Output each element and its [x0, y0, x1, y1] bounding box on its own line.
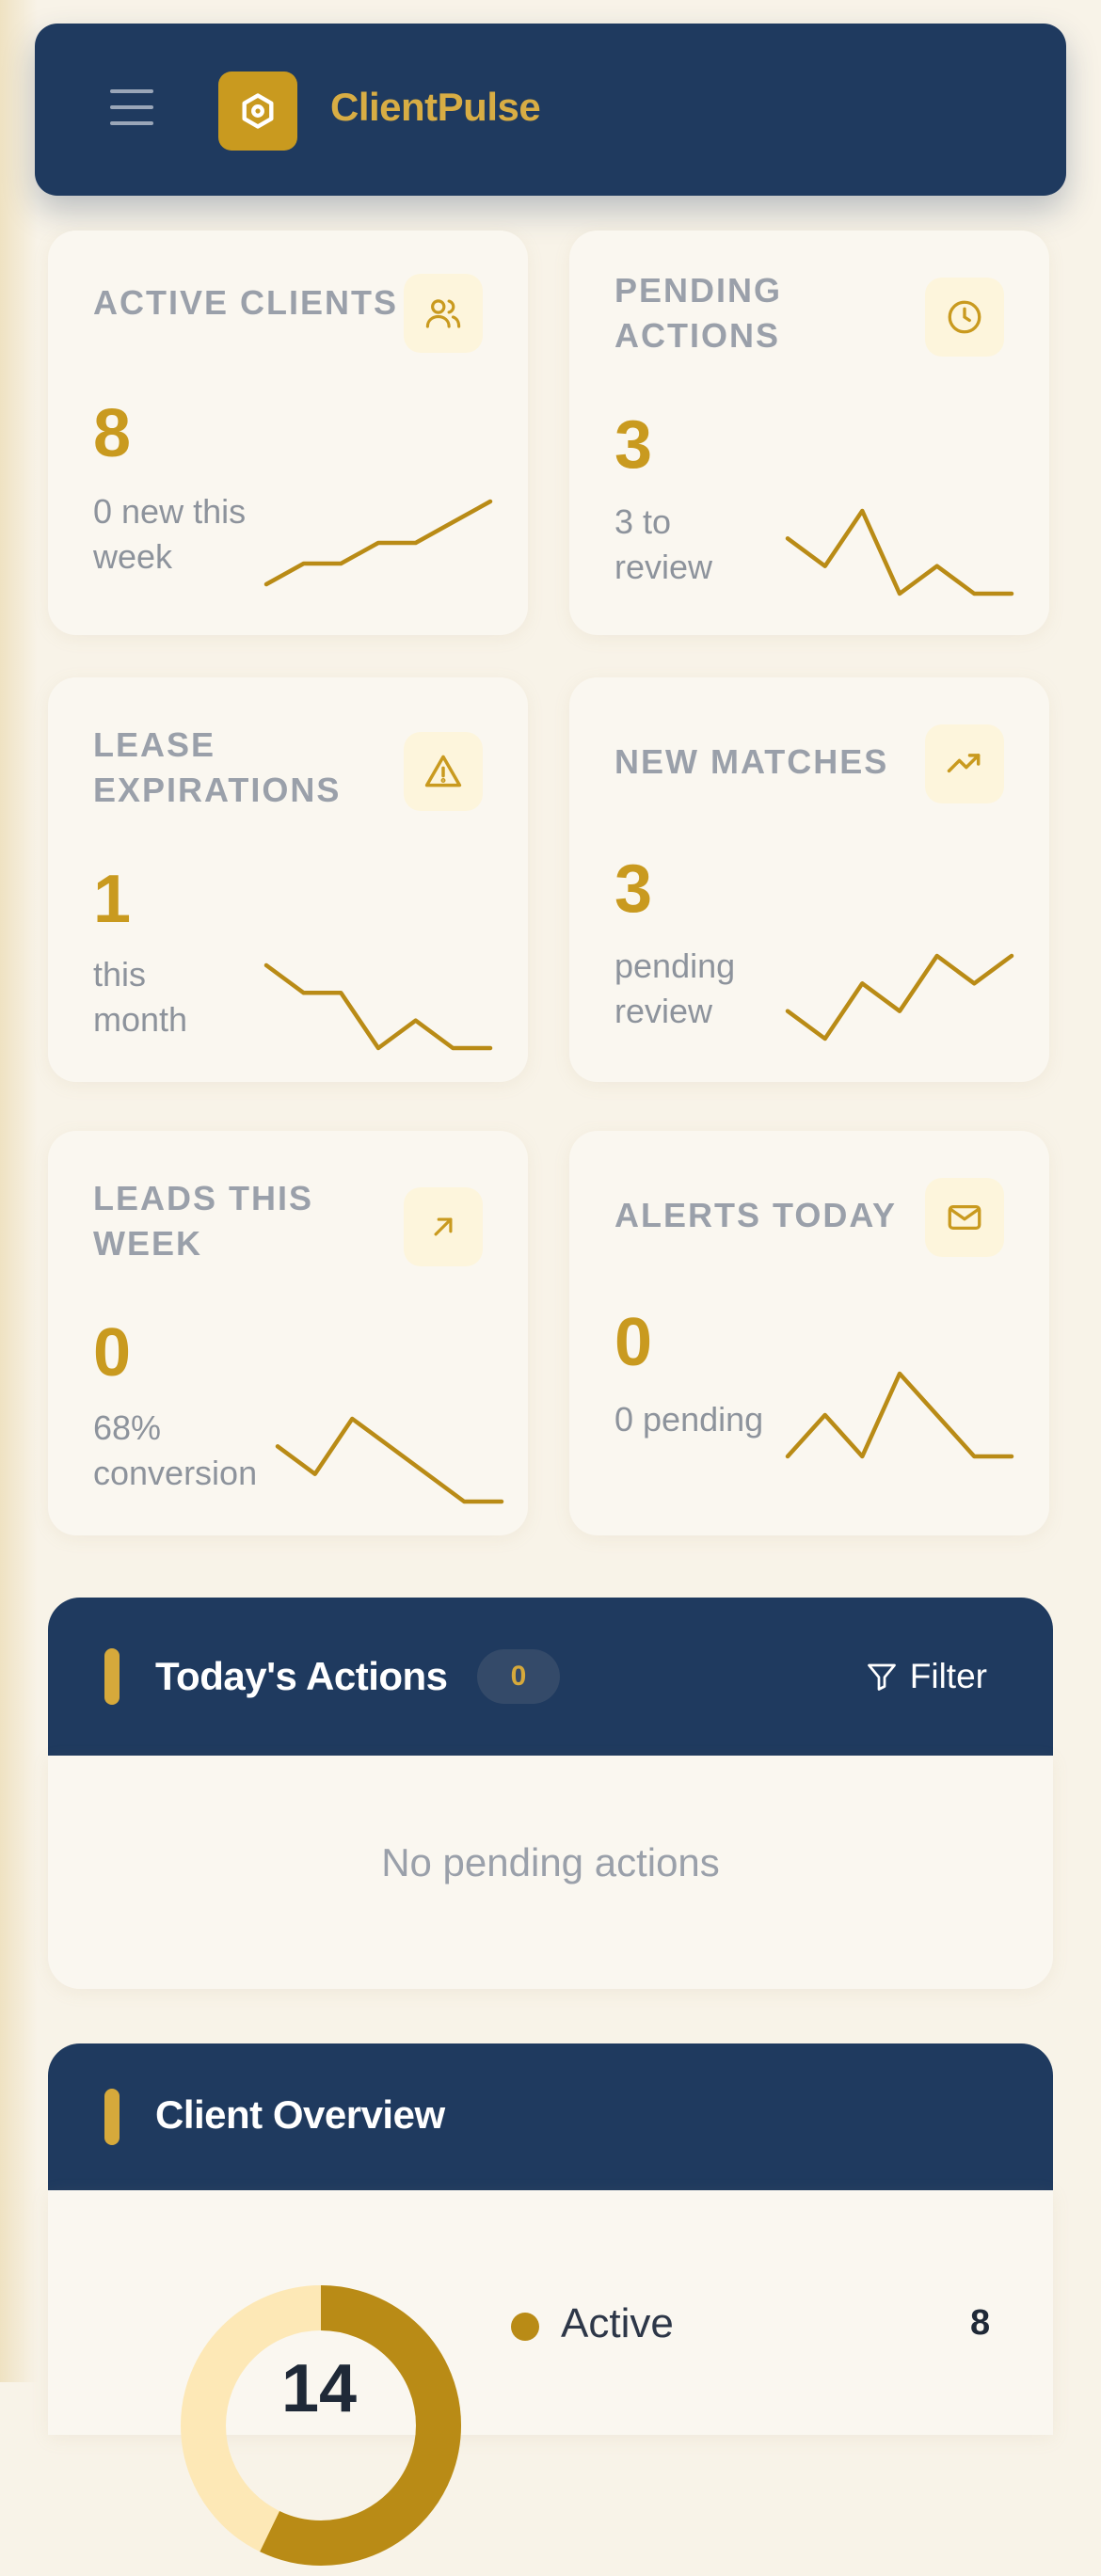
client-overview-title: Client Overview — [155, 2092, 445, 2137]
stat-card-value: 3 — [614, 851, 653, 927]
stat-card-title: ACTIVE CLIENTS — [93, 283, 399, 322]
client-overview-body: 14 Active 8 — [48, 2190, 1053, 2566]
stat-card-subtitle: this month — [93, 955, 188, 1039]
stat-card-value: 8 — [93, 396, 132, 471]
logo-icon — [218, 72, 297, 151]
stat-card-sparkline — [785, 953, 1014, 1042]
app-name[interactable]: ClientPulse — [330, 85, 541, 130]
stat-card-lease-expirations[interactable]: LEASE EXPIRATIONS 1 this month — [48, 677, 528, 1082]
todays-actions-count-badge: 0 — [477, 1649, 560, 1704]
section-accent-bar — [104, 2089, 120, 2145]
sparkline-path — [785, 953, 1014, 1042]
filter-button[interactable]: Filter — [865, 1652, 987, 1701]
arrow-up-right-icon — [404, 1187, 483, 1266]
stat-card-title: PENDING ACTIONS — [614, 271, 783, 355]
stat-card-subtitle: 3 to review — [614, 502, 713, 586]
stat-card-value: 0 — [93, 1315, 132, 1391]
client-overview-total: 14 — [281, 2351, 358, 2426]
users-icon — [404, 274, 483, 353]
stat-card-sparkline — [785, 1371, 1014, 1459]
sparkline-path — [275, 1416, 504, 1504]
mail-icon — [925, 1178, 1004, 1257]
stat-card-sparkline — [263, 962, 493, 1051]
sparkline-path — [785, 1371, 1014, 1459]
alert-triangle-icon — [404, 732, 483, 811]
sparkline-path — [785, 508, 1014, 596]
stat-card-sparkline — [785, 508, 1014, 596]
stat-card-new-matches[interactable]: NEW MATCHES 3 pending review — [569, 677, 1049, 1082]
stat-card-title: LEASE EXPIRATIONS — [93, 725, 342, 809]
sparkline-path — [263, 499, 493, 587]
stat-card-subtitle: 0 new this week — [93, 492, 247, 576]
stat-card-value: 3 — [614, 407, 653, 483]
stat-card-sparkline — [263, 499, 493, 587]
todays-actions-empty-text: No pending actions — [381, 1840, 720, 1884]
app-header: ClientPulse — [35, 24, 1066, 196]
trending-up-icon — [925, 724, 1004, 803]
legend-value-active: 8 — [970, 2303, 991, 2343]
client-overview-header: Client Overview — [48, 2043, 1053, 2190]
legend-dot-active — [511, 2313, 539, 2341]
filter-label: Filter — [909, 1657, 987, 1695]
stat-card-active-clients[interactable]: ACTIVE CLIENTS 8 0 new this week — [48, 231, 528, 635]
clock-icon — [925, 278, 1004, 357]
menu-icon[interactable] — [110, 89, 153, 127]
todays-actions-body: No pending actions — [48, 1756, 1053, 1989]
stat-card-subtitle: 0 pending — [614, 1400, 764, 1439]
todays-actions-title: Today's Actions — [155, 1654, 448, 1698]
filter-icon — [867, 1663, 896, 1691]
stat-card-pending-actions[interactable]: PENDING ACTIONS 3 3 to review — [569, 231, 1049, 635]
page-edge-glow — [0, 0, 38, 2382]
sparkline-path — [263, 962, 493, 1051]
stat-card-subtitle: 68% conversion — [93, 1408, 258, 1492]
stat-card-alerts-today[interactable]: ALERTS TODAY 0 0 pending — [569, 1131, 1049, 1535]
stat-card-title: NEW MATCHES — [614, 742, 889, 781]
section-accent-bar — [104, 1648, 120, 1705]
stat-card-value: 0 — [614, 1305, 653, 1380]
legend-label-active: Active — [561, 2300, 674, 2346]
stat-card-value: 1 — [93, 862, 132, 937]
todays-actions-header: Today's Actions 0 Filter — [48, 1598, 1053, 1756]
stat-card-title: ALERTS TODAY — [614, 1196, 898, 1234]
stat-card-subtitle: pending review — [614, 946, 736, 1030]
stat-card-sparkline — [275, 1416, 504, 1504]
stat-card-title: LEADS THIS WEEK — [93, 1179, 314, 1263]
stat-card-leads-this-week[interactable]: LEADS THIS WEEK 0 68% conversion — [48, 1131, 528, 1535]
